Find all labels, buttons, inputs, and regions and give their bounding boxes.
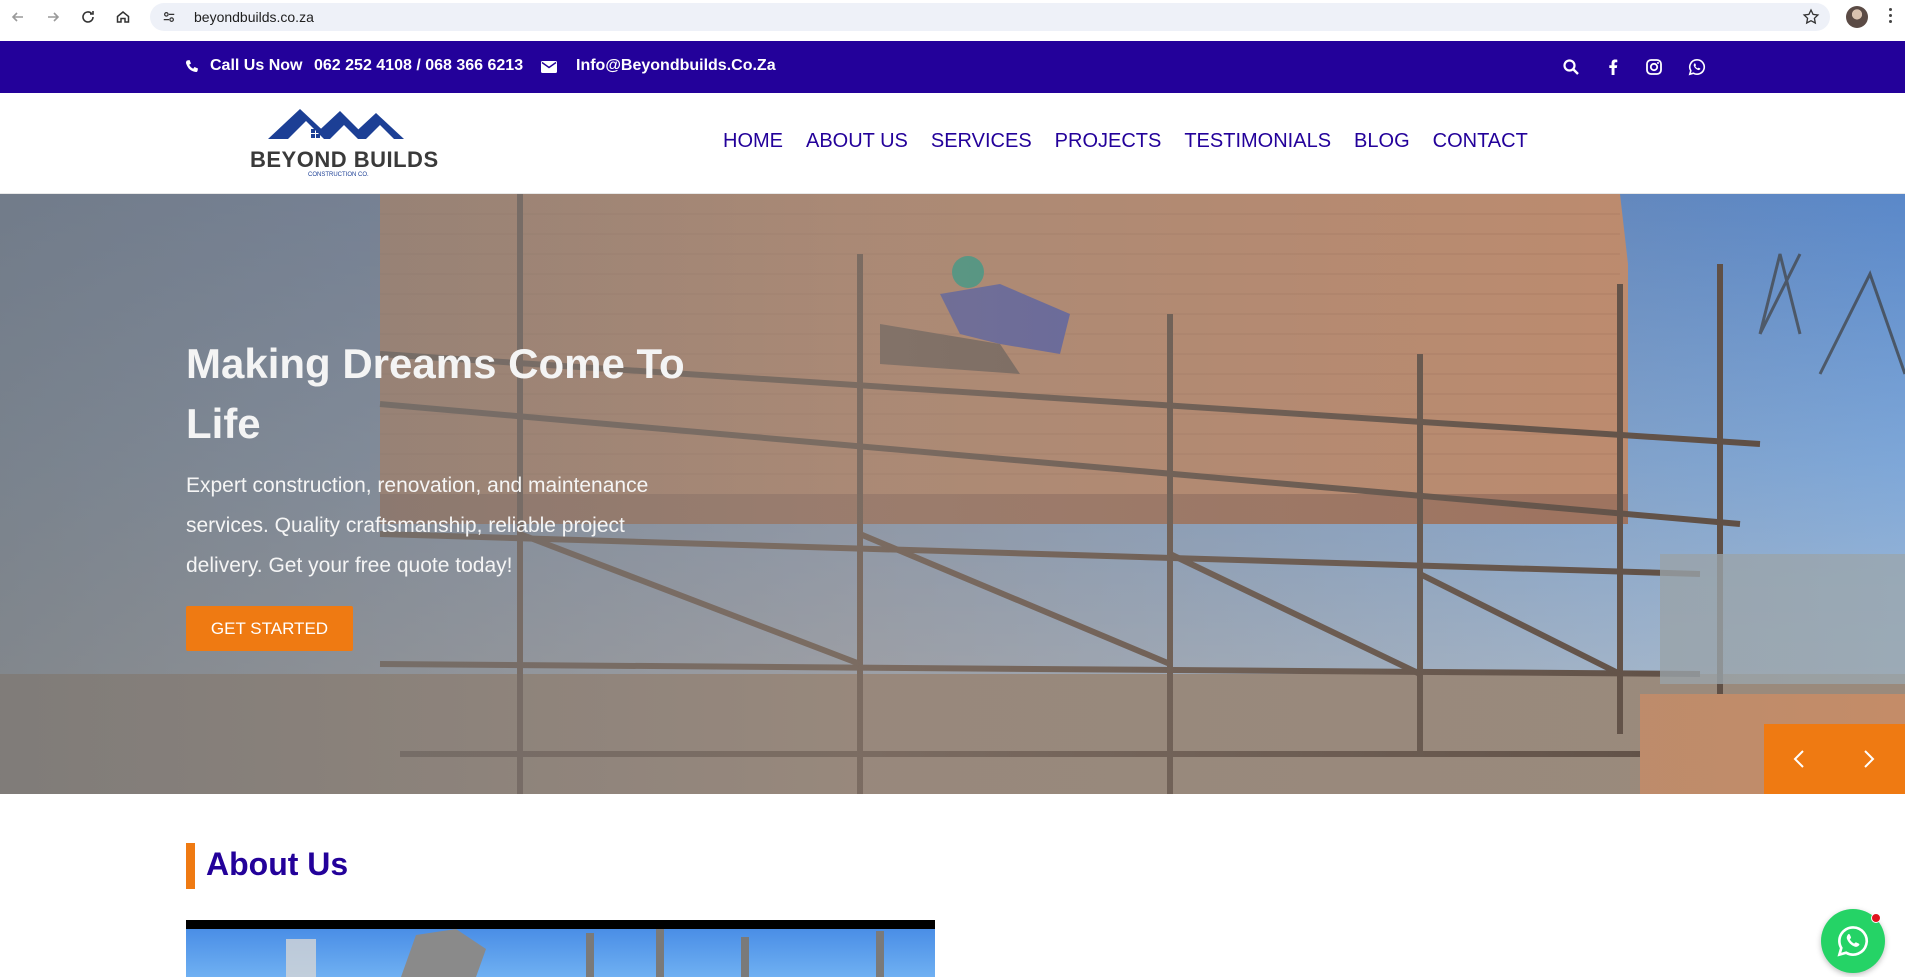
site-logo[interactable]: BEYOND BUILDS CONSTRUCTION CO. [248,103,444,181]
main-navigation: HOME ABOUT US SERVICES PROJECTS TESTIMON… [723,130,1551,153]
hero-slider: Making Dreams Come To Life Expert constr… [0,194,1905,794]
phone-number[interactable]: 062 252 4108 / 068 366 6213 [314,57,523,75]
address-bar[interactable]: beyondbuilds.co.za [150,3,1830,31]
instagram-icon[interactable] [1645,58,1663,76]
back-arrow-icon[interactable] [0,0,35,34]
about-title: About Us [206,846,349,882]
nav-projects[interactable]: PROJECTS [1055,130,1162,153]
nav-services[interactable]: SERVICES [931,130,1032,153]
more-menu-icon[interactable] [1889,8,1893,26]
email-link[interactable]: Info@Beyondbuilds.Co.Za [576,57,776,75]
profile-avatar[interactable] [1846,6,1868,28]
slider-arrows [1764,724,1905,794]
url-text[interactable]: beyondbuilds.co.za [194,9,314,25]
browser-toolbar: beyondbuilds.co.za [0,0,1905,34]
nav-about-us[interactable]: ABOUT US [806,130,908,153]
nav-home[interactable]: HOME [723,130,783,153]
about-image [186,920,935,977]
logo-roof-icon [268,109,404,139]
search-icon[interactable] [1562,58,1580,76]
reload-icon[interactable] [70,0,105,34]
call-label: Call Us Now [210,57,303,74]
whatsapp-icon[interactable] [1688,58,1706,76]
nav-contact[interactable]: CONTACT [1433,130,1528,153]
top-contact-bar: Call Us Now 062 252 4108 / 068 366 6213 … [0,41,1905,93]
chevron-left-icon[interactable] [1764,724,1834,794]
hero-title: Making Dreams Come To Life [186,340,685,447]
facebook-icon[interactable] [1604,58,1622,76]
get-started-button[interactable]: GET STARTED [186,606,353,651]
mail-icon [541,61,557,73]
home-icon[interactable] [105,0,140,34]
phone-icon [185,60,198,73]
about-accent-bar [186,843,195,889]
forward-arrow-icon[interactable] [35,0,70,34]
nav-blog[interactable]: BLOG [1354,130,1410,153]
nav-testimonials[interactable]: TESTIMONIALS [1184,130,1331,153]
notification-dot [1871,913,1881,923]
chevron-right-icon[interactable] [1834,724,1904,794]
bookmark-star-icon[interactable] [1802,8,1820,26]
hero-description: Expert construction, renovation, and mai… [186,474,649,577]
site-info-icon[interactable] [160,8,178,26]
logo-name: BEYOND BUILDS [250,147,439,172]
site-header: BEYOND BUILDS CONSTRUCTION CO. HOME ABOU… [0,93,1905,194]
logo-subtitle: CONSTRUCTION CO. [308,172,369,178]
